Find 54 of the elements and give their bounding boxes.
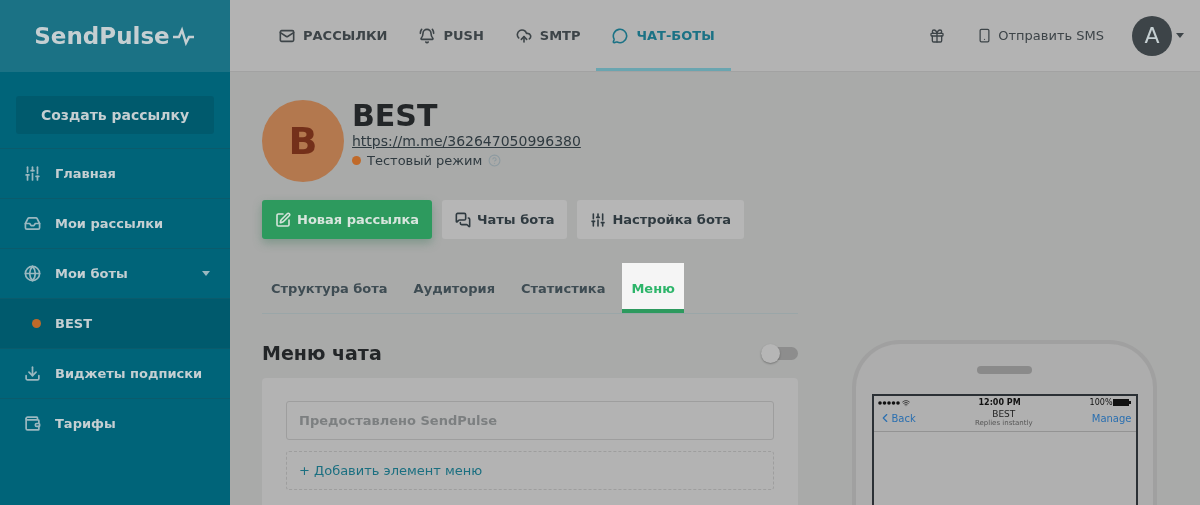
status-dot	[32, 319, 41, 328]
phone-time: 12:00 PM	[978, 398, 1021, 407]
sliders-icon	[24, 165, 41, 182]
action-button[interactable]: Новая рассылка	[262, 200, 433, 239]
tab[interactable]: Меню	[622, 263, 684, 313]
edit-icon	[275, 211, 291, 228]
sidebar-item[interactable]: Виджеты подписки	[0, 348, 230, 398]
nav-tab[interactable]: PUSH	[403, 0, 500, 71]
toggle-switch[interactable]	[761, 346, 798, 360]
sidebar-item[interactable]: BEST	[0, 298, 230, 348]
nav-tab[interactable]: РАССЫЛКИ	[263, 0, 404, 71]
tab[interactable]: Аудитория	[404, 263, 504, 313]
create-campaign-button[interactable]: Создать рассылку	[16, 96, 214, 134]
sliders-icon	[590, 211, 607, 228]
add-menu-item-button[interactable]: + Добавить элемент меню	[286, 451, 774, 490]
bell-icon	[419, 27, 436, 44]
signal-icon	[877, 400, 900, 405]
bot-name: BEST	[352, 98, 439, 133]
section-title: Меню чата	[262, 342, 382, 364]
pulse-icon	[171, 26, 196, 46]
mail-icon	[279, 27, 295, 44]
gift-icon	[929, 27, 946, 44]
logo[interactable]: SendPulse	[0, 0, 230, 72]
chat-title: BEST	[992, 409, 1016, 419]
sidebar-item[interactable]: Главная	[0, 148, 230, 198]
phone-icon	[977, 28, 993, 43]
action-button[interactable]: Настройка бота	[577, 200, 745, 239]
nav-tab[interactable]: ЧАТ-БОТЫ	[596, 0, 731, 71]
send-sms-link[interactable]: Отправить SMS	[961, 0, 1120, 71]
globe-icon	[24, 265, 41, 282]
status-text: Тестовый режим	[367, 153, 483, 168]
tab[interactable]: Статистика	[512, 263, 615, 313]
status-dot	[352, 156, 361, 165]
sidebar-item[interactable]: Тарифы	[0, 398, 230, 448]
sidebar-item[interactable]: Мои рассылки	[0, 198, 230, 248]
action-button[interactable]: Чаты бота	[442, 200, 568, 239]
caret-icon[interactable]	[1176, 33, 1184, 38]
bot-avatar: B	[262, 100, 344, 182]
nav-tab[interactable]: SMTP	[499, 0, 597, 71]
inbox-icon	[24, 215, 41, 232]
wallet-icon	[24, 415, 41, 432]
chat-bubbles-icon	[455, 211, 472, 228]
manage-link[interactable]: Manage	[1091, 412, 1132, 424]
tab[interactable]: Структура бота	[262, 263, 397, 313]
bot-link[interactable]: https://m.me/362647050996380	[352, 133, 581, 149]
battery-percent: 100%	[1089, 398, 1113, 407]
wifi-icon	[901, 398, 910, 407]
download-icon	[24, 365, 41, 382]
phone-speaker	[977, 366, 1032, 374]
cloud-upload-icon	[515, 27, 532, 44]
battery-icon	[1113, 399, 1132, 406]
chat-bubble-icon	[612, 27, 629, 44]
user-avatar[interactable]: A	[1132, 15, 1172, 56]
back-link[interactable]: Back	[877, 411, 916, 425]
